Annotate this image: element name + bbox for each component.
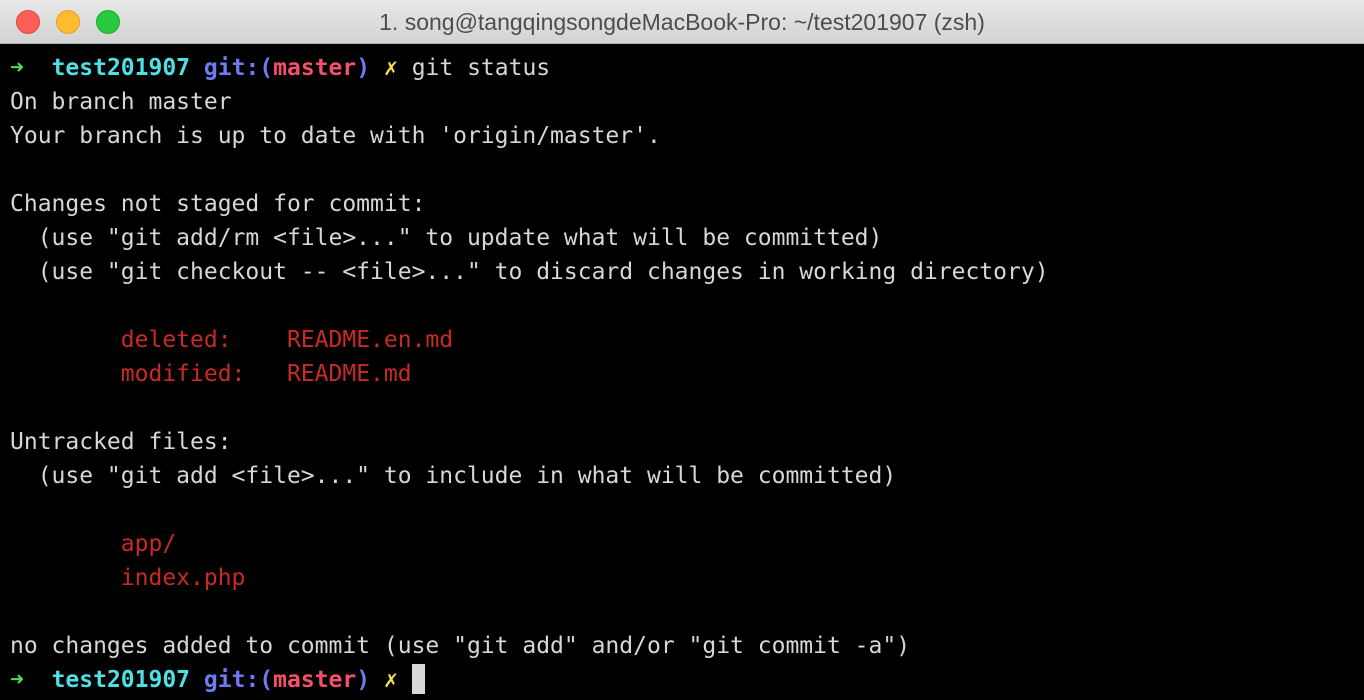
prompt-git-prefix: git:( — [203, 667, 274, 693]
output-on-branch: On branch master — [10, 89, 232, 115]
window-title: 1. song@tangqingsongdeMacBook-Pro: ~/tes… — [379, 9, 985, 35]
terminal-window: 1. song@tangqingsongdeMacBook-Pro: ~/tes… — [0, 0, 1364, 700]
prompt-branch: master — [273, 667, 357, 693]
prompt-branch: master — [273, 55, 357, 81]
changed-file-row: deleted: README.en.md — [10, 323, 1354, 357]
dirty-mark-icon: ✗ — [383, 667, 398, 693]
prompt-directory: test201907 — [51, 55, 191, 81]
output-untracked-header: Untracked files: — [10, 429, 232, 455]
prompt-git-suffix: ) — [356, 667, 371, 693]
output-hint-untracked: (use "git add <file>..." to include in w… — [10, 463, 897, 489]
terminal-output[interactable]: ➜ test201907 git:(master) ✗ git status O… — [10, 51, 1354, 700]
output-hint-add-rm: (use "git add/rm <file>..." to update wh… — [10, 225, 883, 251]
title-bar[interactable]: 1. song@tangqingsongdeMacBook-Pro: ~/tes… — [0, 0, 1364, 44]
dirty-mark-icon: ✗ — [383, 55, 398, 81]
changed-file-row: modified: README.md — [10, 357, 1354, 391]
untracked-file-name: index.php — [120, 565, 246, 591]
untracked-file-row: app/ — [10, 527, 1354, 561]
prompt-line: ➜ test201907 git:(master) ✗ git status — [10, 51, 1354, 85]
output-up-to-date: Your branch is up to date with 'origin/m… — [10, 123, 661, 149]
untracked-file-row: index.php — [10, 561, 1354, 595]
changed-file-name: README.md — [286, 361, 412, 387]
text-cursor[interactable] — [411, 664, 425, 694]
prompt-git-prefix: git:( — [203, 55, 274, 81]
change-status: modified: — [120, 361, 246, 387]
prompt-arrow-icon: ➜ — [10, 667, 24, 693]
prompt-line[interactable]: ➜ test201907 git:(master) ✗ — [10, 663, 1354, 697]
changed-file-name: README.en.md — [286, 327, 454, 353]
output-hint-checkout: (use "git checkout -- <file>..." to disc… — [10, 259, 1049, 285]
prompt-directory: test201907 — [51, 667, 191, 693]
change-status: deleted: — [120, 327, 232, 353]
untracked-file-name: app/ — [120, 531, 177, 557]
entered-command: git status — [411, 55, 551, 81]
output-changes-header: Changes not staged for commit: — [10, 191, 426, 217]
prompt-arrow-icon: ➜ — [10, 55, 24, 81]
prompt-git-suffix: ) — [356, 55, 371, 81]
output-summary: no changes added to commit (use "git add… — [10, 633, 911, 659]
